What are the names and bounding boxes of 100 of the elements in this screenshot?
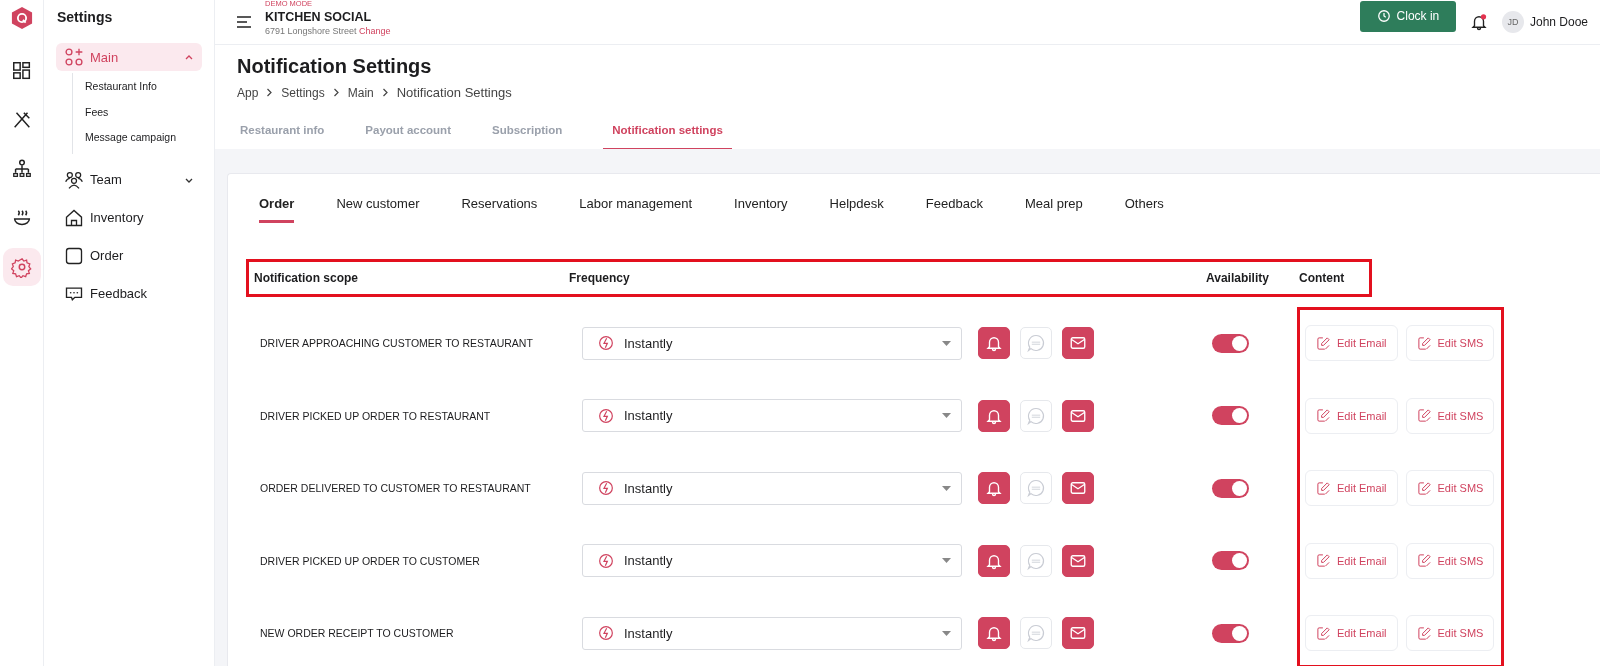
bell-toggle[interactable]	[978, 617, 1010, 650]
edit-content-button[interactable]: Edit Email	[1305, 325, 1398, 362]
column-header: Content	[1299, 271, 1346, 285]
restaurant-address: 6791 Longshore Street Change	[265, 27, 391, 36]
chat-bubble-icon	[1026, 333, 1046, 354]
scope-label: DRIVER PICKED UP ORDER TO RESTAURANT	[260, 409, 491, 422]
scope-label: ORDER DELIVERED TO CUSTOMER TO RESTAURANT	[260, 482, 531, 495]
category-tab[interactable]: Meal prep	[1024, 194, 1083, 223]
edit-icon	[1316, 480, 1331, 496]
edit-content-button[interactable]: Edit SMS	[1405, 325, 1495, 362]
frequency-dropdown[interactable]: Instantly	[582, 544, 962, 578]
category-tab[interactable]: Helpdesk	[829, 194, 884, 223]
availability-switch[interactable]	[1212, 623, 1249, 643]
sidebar-title: Settings	[57, 9, 114, 25]
user-avatar[interactable]: JD	[1501, 11, 1524, 33]
breadcrumb-item[interactable]: Main	[347, 85, 374, 100]
edit-content-button[interactable]: Edit SMS	[1405, 542, 1495, 579]
category-tab[interactable]: Inventory	[734, 194, 788, 223]
caret-icon	[942, 558, 951, 564]
hierarchy-icon	[10, 158, 33, 180]
sidebar-item[interactable]: Inventory	[56, 203, 202, 232]
mail-toggle[interactable]	[1062, 472, 1094, 505]
availability-switch[interactable]	[1212, 478, 1249, 498]
mail-toggle[interactable]	[1062, 544, 1094, 577]
category-tab[interactable]: Feedback	[925, 194, 983, 223]
lightning-icon	[598, 552, 614, 569]
frequency-dropdown[interactable]: Instantly	[582, 399, 962, 433]
breadcrumb-item[interactable]: App	[237, 85, 259, 100]
frequency-dropdown[interactable]: Instantly	[582, 326, 962, 360]
column-header: Frequency	[569, 271, 631, 285]
lightning-icon	[598, 625, 614, 642]
sms-toggle[interactable]	[1020, 327, 1052, 360]
edit-icon	[1416, 553, 1432, 569]
caret-icon	[942, 413, 951, 419]
menu-icon[interactable]	[237, 16, 251, 28]
sidebar-item[interactable]: Feedback	[56, 279, 202, 308]
change-link[interactable]: Change	[359, 26, 391, 36]
frequency-dropdown[interactable]: Instantly	[582, 471, 962, 505]
availability-switch[interactable]	[1212, 551, 1249, 571]
scope-label: DRIVER PICKED UP ORDER TO CUSTOMER	[260, 554, 480, 567]
category-tab[interactable]: Reservations	[461, 194, 538, 223]
grid-icon	[10, 60, 33, 82]
edit-icon	[1316, 335, 1331, 351]
settings-icon	[10, 256, 33, 278]
bell-toggle[interactable]	[978, 399, 1010, 432]
availability-switch[interactable]	[1212, 333, 1249, 353]
mail-toggle[interactable]	[1062, 399, 1094, 432]
bell-toggle[interactable]	[978, 472, 1010, 505]
clock-in-button[interactable]: Clock in	[1359, 0, 1456, 32]
availability-switch[interactable]	[1212, 406, 1249, 426]
edit-icon	[1416, 335, 1432, 351]
mail-toggle[interactable]	[1062, 327, 1094, 360]
breadcrumb-item: Notification Settings	[396, 85, 512, 100]
bell-icon	[985, 479, 1003, 498]
sms-toggle[interactable]	[1020, 399, 1052, 432]
sms-toggle[interactable]	[1020, 472, 1052, 505]
frame-icon	[64, 245, 84, 266]
category-tab[interactable]: Order	[259, 194, 295, 223]
category-tab[interactable]: Others	[1124, 194, 1164, 223]
scope-label: NEW ORDER RECEIPT TO CUSTOMER	[260, 627, 454, 640]
edit-content-button[interactable]: Edit Email	[1305, 397, 1398, 434]
category-tab[interactable]: Labor management	[579, 194, 693, 223]
edit-icon	[1316, 553, 1331, 569]
sms-toggle[interactable]	[1020, 544, 1052, 577]
chat-bubble-icon	[1026, 405, 1046, 426]
caret-icon	[942, 630, 951, 636]
mail-toggle[interactable]	[1062, 617, 1094, 650]
breadcrumb-item[interactable]: Settings	[281, 85, 325, 100]
chevron-icon	[381, 88, 389, 97]
frequency-dropdown[interactable]: Instantly	[582, 616, 962, 650]
lightning-icon	[598, 407, 614, 424]
bell-toggle[interactable]	[978, 544, 1010, 577]
shapes-icon	[64, 47, 84, 67]
edit-icon	[1416, 480, 1432, 496]
category-tab[interactable]: New customer	[336, 194, 420, 223]
chat-bubble-icon	[1026, 478, 1046, 499]
column-header: Availability	[1206, 271, 1270, 285]
edit-content-button[interactable]: Edit Email	[1305, 615, 1398, 652]
sidebar-item[interactable]: Main	[56, 43, 202, 71]
sidebar-subitem[interactable]: Message campaign	[85, 128, 202, 154]
edit-content-button[interactable]: Edit SMS	[1405, 397, 1495, 434]
chevron-icon	[332, 88, 340, 97]
chevron-icon	[266, 88, 274, 97]
sidebar-item[interactable]: Team	[56, 165, 202, 194]
clock-icon	[1376, 9, 1391, 23]
logo-icon	[10, 6, 33, 30]
sidebar-item[interactable]: Order	[56, 241, 202, 270]
edit-content-button[interactable]: Edit SMS	[1405, 615, 1495, 652]
edit-icon	[1316, 625, 1331, 641]
bell-icon	[985, 624, 1003, 643]
chat-bubble-icon	[1026, 550, 1046, 571]
sms-toggle[interactable]	[1020, 617, 1052, 650]
notification-bell-icon[interactable]	[1469, 13, 1488, 31]
edit-content-button[interactable]: Edit SMS	[1405, 470, 1495, 507]
sidebar-subitem[interactable]: Fees	[85, 102, 202, 128]
edit-content-button[interactable]: Edit Email	[1305, 470, 1398, 507]
edit-content-button[interactable]: Edit Email	[1305, 542, 1398, 579]
edit-icon	[1316, 408, 1331, 424]
bell-toggle[interactable]	[978, 327, 1010, 360]
sidebar-subitem[interactable]: Restaurant Info	[85, 77, 202, 103]
